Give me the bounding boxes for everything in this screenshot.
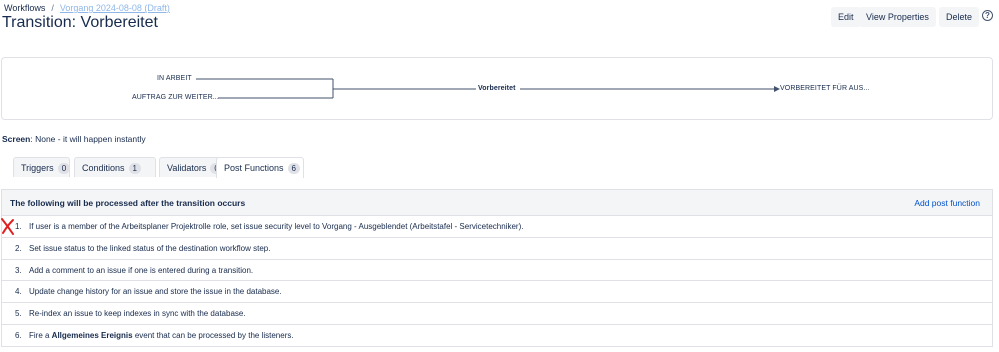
row-description: Add a comment to an issue if one is ente… xyxy=(29,265,254,275)
red-x-annotation-icon xyxy=(1,218,14,235)
table-row: 3. Add a comment to an issue if one is e… xyxy=(1,259,993,282)
tab-count-badge: 6 xyxy=(287,163,300,174)
post-functions-table: The following will be processed after th… xyxy=(1,189,993,347)
event-name: Allgemeines Ereignis xyxy=(51,330,133,340)
tab-label: Conditions xyxy=(82,163,125,173)
table-row: 4. Update change history for an issue an… xyxy=(1,281,993,304)
table-row: 5. Re-index an issue to keep indexes in … xyxy=(1,303,993,325)
row-number: 3. xyxy=(15,265,22,275)
screen-info: Screen: None - it will happen instantly xyxy=(2,134,146,144)
source-status-auftrag[interactable]: AUFTRAG ZUR WEITER... xyxy=(132,94,219,101)
row-description: If user is a member of the Arbeitsplaner… xyxy=(29,222,524,231)
question-circle-icon[interactable]: ? xyxy=(982,10,993,21)
table-row: 2. Set issue status to the linked status… xyxy=(1,237,993,260)
screen-label: Screen xyxy=(2,134,31,144)
destination-status[interactable]: VORBEREITET FÜR AUS... xyxy=(780,85,870,92)
add-post-function-link[interactable]: Add post function xyxy=(914,198,980,208)
tab-conditions[interactable]: Conditions 1 xyxy=(74,157,156,177)
row-description: Update change history for an issue and s… xyxy=(29,287,282,297)
row-number: 5. xyxy=(15,309,22,319)
edit-button[interactable]: Edit xyxy=(831,7,861,27)
post-functions-title: The following will be processed after th… xyxy=(10,198,246,208)
transition-name: Vorbereitet xyxy=(478,85,516,92)
transition-diagram: IN ARBEIT AUFTRAG ZUR WEITER... Vorberei… xyxy=(1,57,993,120)
tab-count-badge: 1 xyxy=(128,163,141,174)
row-number: 6. xyxy=(15,330,22,340)
row-description: Fire a Allgemeines Ereignis event that c… xyxy=(29,331,294,340)
breadcrumb: Workflows / Vorgang 2024-08-08 (Draft) xyxy=(4,3,170,13)
row-description: Re-index an issue to keep indexes in syn… xyxy=(29,309,246,319)
tab-post-functions[interactable]: Post Functions 6 xyxy=(216,157,304,178)
table-row: 6. Fire a Allgemeines Ereignis event tha… xyxy=(1,324,993,347)
delete-button[interactable]: Delete xyxy=(939,7,980,27)
row-number: 4. xyxy=(15,287,22,297)
post-functions-header: The following will be processed after th… xyxy=(1,189,993,216)
row-number: 2. xyxy=(15,243,22,253)
row-text-before: Fire a xyxy=(29,330,52,340)
screen-value: : None - it will happen instantly xyxy=(30,134,146,144)
breadcrumb-current-link[interactable]: Vorgang 2024-08-08 (Draft) xyxy=(60,3,170,13)
breadcrumb-root-link[interactable]: Workflows xyxy=(4,3,45,13)
tab-label: Triggers xyxy=(21,163,54,173)
tab-label: Validators xyxy=(167,163,207,173)
tab-label: Post Functions xyxy=(224,163,284,173)
breadcrumb-separator: / xyxy=(51,3,54,13)
row-text-after: event that can be processed by the liste… xyxy=(132,330,294,340)
page-title: Transition: Vorbereitet xyxy=(2,14,158,31)
tab-count-badge: 0 xyxy=(57,163,71,174)
source-status-in-arbeit[interactable]: IN ARBEIT xyxy=(157,75,192,82)
table-row: 1. If user is a member of the Arbeitspla… xyxy=(1,216,993,238)
row-description: Set issue status to the linked status of… xyxy=(29,243,271,253)
row-number: 1. xyxy=(15,222,22,231)
view-properties-button[interactable]: View Properties xyxy=(859,7,936,27)
tab-triggers[interactable]: Triggers 0 xyxy=(13,157,71,177)
